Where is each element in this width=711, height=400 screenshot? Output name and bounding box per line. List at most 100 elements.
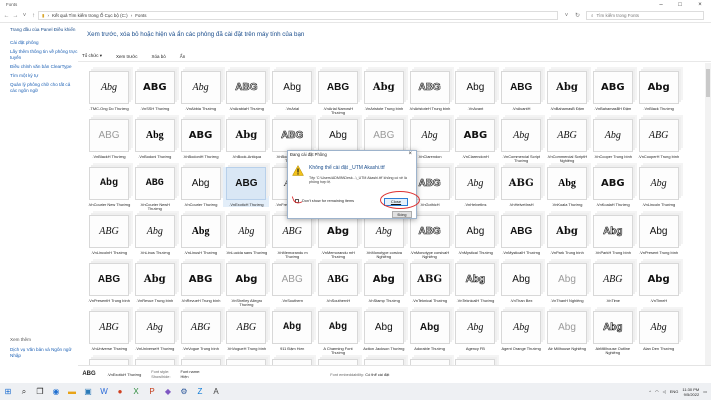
dont-show-checkbox[interactable]: Don't show for remaining items [295,199,354,203]
file-explorer-icon[interactable]: ▬ [64,383,80,400]
up-arrow-icon[interactable]: ↑ [29,13,38,19]
font-tile[interactable]: Abg .VnThan Bex [498,263,544,303]
font-tile[interactable]: Abg .VnLinus Thường [132,215,178,255]
sidebar-link-manage-languages[interactable]: Quản lý phông chữ cho tất cả các ngôn ng… [10,82,78,93]
back-arrow-icon[interactable]: ← [2,13,11,19]
font-tile[interactable]: ABG .VnBodoniH Thường [178,119,224,159]
font-tile[interactable]: Abg .VnPresent Trung bình [636,215,682,255]
font-tile[interactable]: Abg .VnKoala Thường [544,167,590,207]
font-tile[interactable]: ABG .VnTime [590,263,636,303]
sidebar-link-install-font[interactable]: Cài đặt phông [10,40,78,45]
notification-icon[interactable]: ▭ [703,389,707,394]
zalo-icon[interactable]: Z [192,383,208,400]
dialog-close-icon[interactable]: × [408,151,412,157]
font-tile[interactable]: Abg .VnStamp Thường [361,263,407,303]
font-tile[interactable]: Abg .VnArial [269,71,315,111]
font-tile[interactable]: Abg .VnCommercial Script Thường [498,119,544,164]
font-tile[interactable]: Abg .VnHelvetIns [452,167,498,207]
font-tile[interactable]: ABG .VnArial NarrowH Thường [315,71,361,116]
font-tile[interactable]: ABG .VnCooperH Trung bình [636,119,682,159]
font-tile[interactable]: ABG .VnCommercial ScriptH Nghiêng [544,119,590,164]
edge-icon[interactable]: ◉ [48,383,64,400]
word-icon[interactable]: W [96,383,112,400]
font-tile[interactable]: ABG .VnAristoteH Trung bình [407,71,453,111]
app-icon[interactable]: ◆ [160,383,176,400]
font-tile[interactable]: ABG .VnCourier NewH Thường [132,167,178,212]
font-tile[interactable]: ABG .VnPresentH Trung bình [86,263,132,303]
refresh-icon[interactable]: ↻ [573,12,582,19]
font-tile[interactable]: Abg .VnBahamasB Đậm [544,71,590,111]
font-tile[interactable]: ABG .VnBlackH Thường [86,119,132,159]
font-tile[interactable]: ABG .VnArabiaH Thường [223,71,269,111]
breadcrumb-item[interactable]: Kết quả Tìm kiếm trong Ổ Cục bộ (C:) [52,13,128,18]
sidebar-link-find-character[interactable]: Tìm một ký tự [10,73,78,78]
font-tile[interactable]: Abg A Charming Font Thường [315,311,361,356]
font-tile[interactable]: ABG .VnVogueH Trung bình [223,311,269,351]
font-tile[interactable]: ABG .VnHelvetInsH [498,167,544,207]
excel-icon[interactable]: X [128,383,144,400]
breadcrumb-item[interactable]: Fonts [135,13,146,18]
scrollbar-thumb[interactable] [706,69,710,97]
preview-button[interactable]: Xem trước [116,54,137,59]
font-tile[interactable]: Abg .VnBlack Thường [636,71,682,111]
tray-overflow-icon[interactable]: ^ [649,389,651,394]
font-tile[interactable]: Abg .VnCooper Trung bình [590,119,636,159]
language-indicator[interactable]: ENG [670,389,679,394]
search-taskbar-icon[interactable]: ⌕ [16,383,32,400]
font-tile[interactable]: ABG .VnKoalaH Thường [590,167,636,207]
text-services-link[interactable]: Dịch vụ Văn bản và Ngôn ngữ Nhập [10,347,78,358]
font-tile[interactable]: ABG .VnSouthern [269,263,315,303]
font-tile[interactable]: Abg .VnLucida sans Thường [223,215,269,255]
network-icon[interactable]: ◠ [655,389,659,394]
close-icon[interactable]: × [693,0,707,9]
search-input[interactable]: ⌕ Tìm kiếm trong Fonts [586,11,704,20]
control-panel-home-link[interactable]: Trang đầu của Panel Điều khiển [10,27,78,32]
address-path[interactable]: ▮ › Kết quả Tìm kiếm trong Ổ Cục bộ (C:)… [38,11,558,20]
font-tile[interactable]: Abg .VnPark Trung bình [544,215,590,255]
font-tile[interactable]: Abg .VnMonotype corsiva Nghiêng [361,215,407,260]
recent-dropdown-icon[interactable]: ˅ [20,13,29,19]
store-icon[interactable]: ▣ [80,383,96,400]
font-tile[interactable]: Abg Alan Den Thường [636,311,682,351]
delete-button[interactable]: Xóa bỏ [152,54,166,59]
fonts-app-icon[interactable]: A [208,383,224,400]
font-tile[interactable]: Abg .VnBodoni Thường [132,119,178,159]
sidebar-link-font-info-online[interactable]: Lấy thêm thông tin về phông trực tuyến [10,49,78,60]
font-tile[interactable]: Abg .VnCourier New Thường [86,167,132,207]
font-tile[interactable]: Abg .VnAbbia Thường [178,71,224,111]
font-tile[interactable]: Abg .VnLincoln Thường [636,167,682,207]
font-tile[interactable]: ABG .VnMonotype corsivaH Nghiêng [407,215,453,260]
font-tile[interactable]: Abg AirMillhouse Outline Nghiêng [590,311,636,356]
font-tile[interactable]: Abg Agency FB [452,311,498,351]
forward-arrow-icon[interactable]: → [11,13,20,19]
font-tile[interactable]: Abg .VnMemorandu mH Thường [315,215,361,260]
font-tile[interactable]: Abg 911 Đậm Hơn [269,311,315,351]
organize-button[interactable]: Tổ chức ▾ [82,53,102,59]
windows-start-icon[interactable]: ⊞ [0,383,16,400]
minimize-icon[interactable]: – [654,0,668,9]
font-tile[interactable]: Abg .VnTimeH [636,263,682,303]
settings-icon[interactable]: ⚙ [176,383,192,400]
font-tile[interactable]: ABG .VnLincolnH Thường [86,215,132,255]
font-tile[interactable]: Abg .VnTeknicalH Thường [452,263,498,303]
font-tile[interactable]: ABG .VnExoticH Thường [223,167,270,208]
volume-icon[interactable]: ◁ [663,389,666,394]
font-tile[interactable]: Abg .VnShelley Allegro Thường [223,263,269,308]
font-tile[interactable]: ABG .VnMemorandu m Thường [269,215,315,260]
path-dropdown-icon[interactable]: ˅ [562,13,571,19]
font-tile[interactable]: Abg .VnUniverseH Thường [132,311,178,351]
font-tile[interactable]: Abg .VnCourier Thường [178,167,224,207]
font-tile[interactable]: Abg .VnAvant [452,71,498,111]
font-tile[interactable]: Abg Air Millhouse Nghiêng [544,311,590,351]
chrome-icon[interactable]: ● [112,383,128,400]
sidebar-link-cleartype[interactable]: Điều chỉnh văn bản ClearType [10,64,78,69]
powerpoint-icon[interactable]: P [144,383,160,400]
clock[interactable]: 11:30 PM 9/5/2022 [682,387,699,397]
hide-button[interactable]: Ẩn [180,54,186,59]
font-tile[interactable]: Abg .VnRevue Trung bình [132,263,178,303]
font-tile[interactable]: Abg .VnAristote Trung bình [361,71,407,111]
font-tile[interactable]: ABG .VnTeknical Thường [407,263,453,303]
task-view-icon[interactable]: ❐ [32,383,48,400]
font-tile[interactable]: ABG .VnUniverse Thường [86,311,132,351]
font-tile[interactable]: ABG .VnVogue Trung bình [178,311,224,351]
